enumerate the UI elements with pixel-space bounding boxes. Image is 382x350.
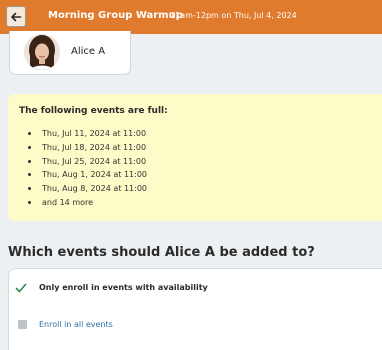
list-item: Thu, Aug 8, 2024 at 11:00 <box>23 182 147 196</box>
list-item: Thu, Jul 11, 2024 at 11:00 <box>23 127 147 141</box>
list-item: Thu, Jul 25, 2024 at 11:00 <box>23 155 147 169</box>
header-title: Morning Group Warmup <box>48 10 183 21</box>
full-events-notice: The following events are full: Thu, Jul … <box>8 94 382 221</box>
option-availability-only[interactable]: Only enroll in events with availability <box>9 277 382 299</box>
list-item: and 14 more <box>23 196 147 210</box>
back-button[interactable] <box>6 6 26 27</box>
person-card: Alice A <box>9 31 131 75</box>
person-name: Alice A <box>71 46 106 57</box>
check-icon <box>15 283 27 293</box>
list-item: Thu, Jul 18, 2024 at 11:00 <box>23 141 147 155</box>
option-label: Only enroll in events with availability <box>39 283 208 292</box>
header-subtitle: 11am-12pm on Thu, Jul 4, 2024 <box>170 11 297 20</box>
enroll-question: Which events should Alice A be added to? <box>8 245 315 260</box>
arrow-left-icon <box>11 12 22 21</box>
enroll-options: Only enroll in events with availability … <box>8 268 382 350</box>
full-events-heading: The following events are full: <box>19 106 168 116</box>
option-label: Enroll in all events <box>39 320 113 329</box>
checkbox-icon[interactable] <box>18 320 27 329</box>
header-bar: Morning Group Warmup 11am-12pm on Thu, J… <box>0 0 382 34</box>
avatar <box>24 34 60 70</box>
list-item: Thu, Aug 1, 2024 at 11:00 <box>23 168 147 182</box>
full-events-list: Thu, Jul 11, 2024 at 11:00 Thu, Jul 18, … <box>23 127 147 210</box>
option-all-events[interactable]: Enroll in all events <box>9 314 382 336</box>
